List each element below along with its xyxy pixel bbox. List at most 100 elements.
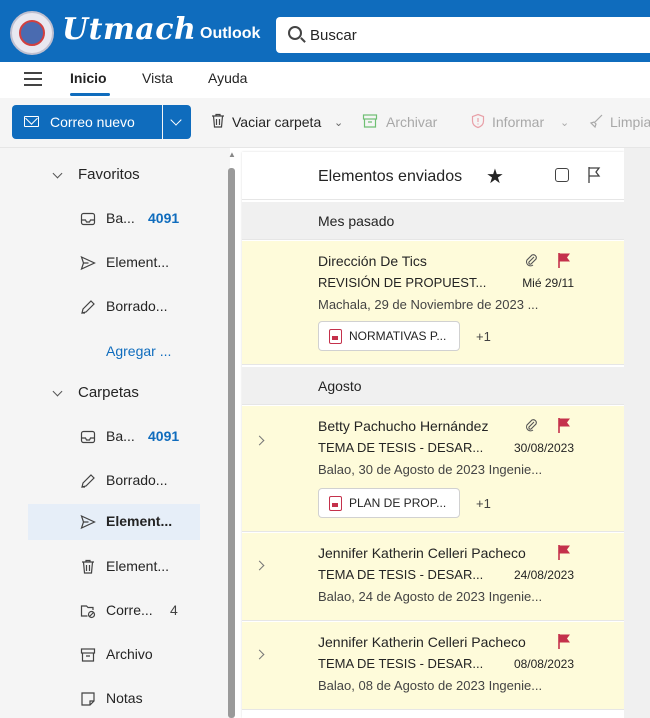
folder-item-notes[interactable]: Notas	[28, 681, 200, 717]
favorite-item-sent[interactable]: Element...	[28, 245, 200, 281]
nav-item-label: Element...	[106, 254, 170, 270]
folder-pane-scrollbar[interactable]	[228, 168, 235, 718]
archive-icon	[80, 648, 96, 662]
group-header[interactable]: Agosto	[242, 367, 624, 405]
nav-item-label: Corre...	[106, 602, 153, 618]
select-mode-icon[interactable]	[555, 168, 569, 182]
message-preview: Machala, 29 de Noviembre de 2023 ...	[318, 297, 539, 312]
nav-item-label: Element...	[106, 558, 170, 574]
search-box[interactable]	[276, 17, 650, 53]
add-favorite-link[interactable]: Agregar ...	[106, 343, 171, 359]
folder-item-inbox[interactable]: Ba... 4091	[28, 419, 200, 455]
nav-item-label: Archivo	[106, 646, 153, 662]
archive-button[interactable]: Archivar	[386, 114, 437, 130]
nav-item-label: Borrado...	[106, 472, 168, 488]
reading-pane-edge	[624, 148, 650, 718]
pdf-file-icon	[329, 496, 342, 511]
logo-emblem-icon	[19, 20, 45, 46]
new-mail-button[interactable]: Correo nuevo	[12, 105, 162, 139]
chevron-down-icon[interactable]: ⌄	[334, 116, 343, 129]
attachment-chip[interactable]: PLAN DE PROP...	[318, 488, 460, 518]
attachment-name: NORMATIVAS P...	[349, 329, 447, 343]
tab-vista[interactable]: Vista	[142, 70, 173, 86]
search-input[interactable]	[310, 17, 640, 53]
tab-inicio[interactable]: Inicio	[70, 70, 107, 86]
more-attachments-count[interactable]: +1	[476, 496, 491, 511]
folder-item-drafts[interactable]: Borrado...	[28, 463, 200, 499]
university-logo	[10, 11, 54, 55]
flag-icon[interactable]	[556, 633, 572, 649]
folder-item-deleted[interactable]: Element...	[28, 549, 200, 585]
send-icon	[80, 255, 96, 271]
junk-folder-icon	[80, 605, 96, 619]
inbox-icon	[80, 430, 96, 444]
favorite-star-icon[interactable]: ★	[486, 164, 504, 189]
folder-item-junk[interactable]: Corre... 4	[28, 593, 200, 629]
inbox-icon	[80, 212, 96, 226]
message-item[interactable]: Dirección De Tics REVISIÓN DE PROPUEST..…	[242, 241, 624, 365]
scroll-up-arrow-icon[interactable]: ▲	[228, 150, 236, 159]
expand-thread-chevron-icon[interactable]	[254, 649, 265, 660]
favorite-item-inbox[interactable]: Ba... 4091	[28, 201, 200, 237]
message-preview: Balao, 24 de Agosto de 2023 Ingenie...	[318, 589, 543, 604]
unread-count: 4091	[148, 428, 180, 444]
chevron-down-icon	[170, 114, 182, 126]
report-button[interactable]: Informar	[492, 114, 544, 130]
message-subject: REVISIÓN DE PROPUEST...	[318, 275, 487, 290]
folder-item-sent[interactable]: Element...	[28, 504, 200, 540]
mail-icon	[24, 116, 39, 127]
more-attachments-count[interactable]: +1	[476, 329, 491, 344]
expand-thread-chevron-icon[interactable]	[254, 560, 265, 571]
clean-button[interactable]: Limpia	[610, 114, 650, 130]
message-date: 08/08/2023	[513, 657, 574, 671]
message-date: Mié 29/11	[522, 276, 574, 290]
message-date: 30/08/2023	[513, 441, 574, 455]
favorites-header[interactable]: Favoritos	[78, 166, 140, 183]
message-subject: TEMA DE TESIS - DESAR...	[318, 567, 484, 582]
message-date: 24/08/2023	[513, 568, 574, 582]
empty-folder-button[interactable]: Vaciar carpeta	[232, 114, 321, 130]
attachment-name: PLAN DE PROP...	[349, 496, 447, 510]
message-sender: Betty Pachucho Hernández	[318, 418, 489, 434]
flag-icon[interactable]	[556, 417, 572, 433]
new-mail-label: Correo nuevo	[50, 114, 135, 130]
flag-icon[interactable]	[556, 252, 572, 268]
message-subject: TEMA DE TESIS - DESAR...	[318, 656, 484, 671]
group-header[interactable]: Mes pasado	[242, 202, 624, 240]
nav-item-label: Notas	[106, 690, 143, 706]
nav-item-label: Element...	[106, 513, 173, 529]
group-label: Agosto	[318, 378, 362, 394]
archive-icon	[362, 114, 378, 128]
folder-item-archive[interactable]: Archivo	[28, 637, 200, 673]
chevron-down-icon[interactable]: ⌄	[560, 116, 569, 129]
trash-icon	[82, 559, 94, 574]
folders-header[interactable]: Carpetas	[78, 384, 139, 401]
nav-item-label: Ba...	[106, 428, 135, 444]
hamburger-menu-icon[interactable]	[24, 72, 42, 86]
search-icon	[288, 26, 302, 40]
active-tab-indicator	[70, 93, 110, 96]
group-label: Mes pasado	[318, 213, 395, 229]
pencil-icon	[81, 300, 95, 314]
brand-name: Utmach	[62, 12, 197, 47]
attachment-chip[interactable]: NORMATIVAS P...	[318, 321, 460, 351]
message-preview: Balao, 30 de Agosto de 2023 Ingenie...	[318, 462, 543, 477]
filter-flag-icon[interactable]	[586, 166, 602, 184]
message-item[interactable]: Betty Pachucho Hernández TEMA DE TESIS -…	[242, 406, 624, 532]
tab-ayuda[interactable]: Ayuda	[208, 70, 247, 86]
nav-item-label: Ba...	[106, 210, 135, 226]
pdf-file-icon	[329, 329, 342, 344]
app-title[interactable]: Outlook	[200, 25, 260, 43]
report-shield-icon	[471, 113, 485, 129]
trash-icon	[212, 113, 224, 128]
favorite-item-drafts[interactable]: Borrado...	[28, 289, 200, 325]
message-item[interactable]: Jennifer Katherin Celleri Pacheco TEMA D…	[242, 533, 624, 621]
new-mail-dropdown-button[interactable]	[163, 105, 191, 139]
message-item[interactable]: Jennifer Katherin Celleri Pacheco TEMA D…	[242, 622, 624, 710]
expand-thread-chevron-icon[interactable]	[254, 435, 265, 446]
nav-item-label: Borrado...	[106, 298, 168, 314]
send-icon	[80, 514, 96, 530]
flag-icon[interactable]	[556, 544, 572, 560]
message-sender: Jennifer Katherin Celleri Pacheco	[318, 634, 526, 650]
folder-title: Elementos enviados	[318, 168, 463, 185]
